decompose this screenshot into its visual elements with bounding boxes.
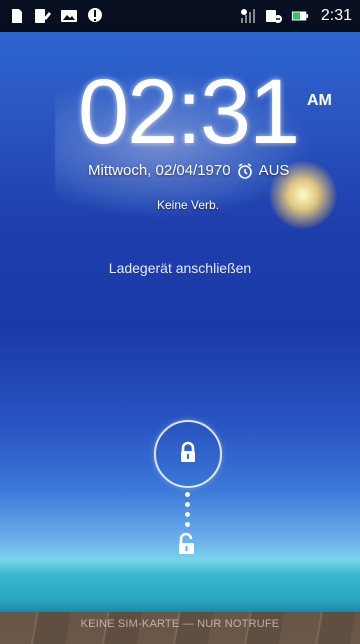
battery-charging-icon — [291, 7, 309, 25]
data-sync-icon — [265, 7, 283, 25]
path-dot — [184, 512, 190, 517]
path-dot — [184, 492, 190, 497]
clock-widget: 02:31 AM Mittwoch, 02/04/1970 AUS Keine … — [0, 32, 360, 230]
sim-status: KEINE SIM-KARTE — NUR NOTRUFE — [80, 618, 280, 630]
date-row: Mittwoch, 02/04/1970 AUS — [88, 162, 289, 179]
connection-status: Keine Verb. — [157, 198, 220, 212]
alarm-icon — [237, 162, 253, 179]
unlock-target[interactable] — [176, 532, 198, 556]
status-bar: 2:31 — [0, 0, 360, 32]
no-sim-signal-icon — [239, 7, 257, 25]
clipboard-edit-icon — [34, 7, 52, 25]
unlocked-icon — [176, 532, 198, 560]
sd-card-icon — [8, 7, 26, 25]
image-icon — [60, 7, 78, 25]
path-dot — [184, 502, 190, 507]
date-label: Mittwoch, 02/04/1970 — [88, 162, 231, 179]
lock-icon — [176, 440, 200, 469]
path-dot — [184, 522, 190, 527]
lockscreen-time: 02:31 — [78, 61, 300, 163]
unlock-handle[interactable] — [154, 420, 222, 488]
alert-icon — [86, 7, 104, 25]
ampm-label: AM — [307, 92, 332, 109]
alarm-status: AUS — [258, 162, 290, 179]
status-right-icons: 2:31 — [231, 7, 360, 25]
unlock-path-dots — [183, 492, 191, 532]
status-left-icons — [0, 7, 112, 25]
status-time: 2:31 — [320, 7, 352, 24]
charging-message: Ladegerät anschließen — [108, 260, 252, 276]
